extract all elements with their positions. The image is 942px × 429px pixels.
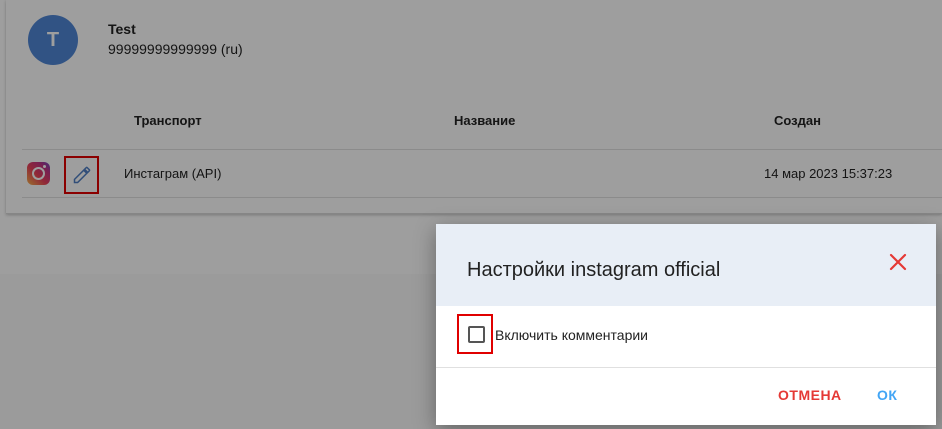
dialog-title: Настройки instagram official	[467, 259, 721, 281]
dialog-actions: ОТМЕНА ОК	[436, 369, 936, 425]
dialog-header: Настройки instagram official	[436, 224, 936, 306]
settings-dialog: Настройки instagram official Включить ко…	[436, 224, 936, 425]
enable-comments-label[interactable]: Включить комментарии	[495, 327, 648, 343]
checkbox-highlight	[457, 314, 493, 354]
enable-comments-checkbox[interactable]	[468, 326, 485, 343]
ok-button[interactable]: ОК	[877, 387, 897, 403]
dialog-body: Включить комментарии	[436, 306, 936, 368]
cancel-button[interactable]: ОТМЕНА	[778, 387, 842, 403]
close-icon	[889, 253, 907, 271]
close-button[interactable]	[888, 252, 908, 272]
